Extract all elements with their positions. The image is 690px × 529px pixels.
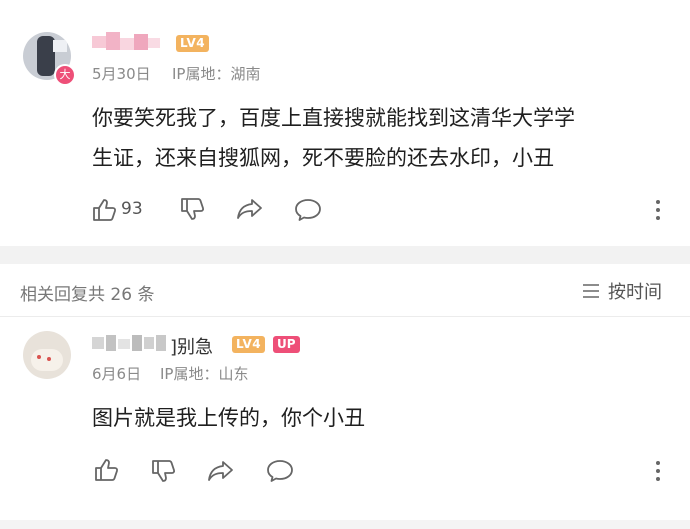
username-visible-text: ]别急 [170,337,214,358]
level-badge: LV4 [176,35,210,52]
dislike-button[interactable] [180,197,206,221]
more-vertical-icon [651,461,665,487]
share-button[interactable] [207,460,235,482]
replies-count-label: 相关回复共 26 条 [20,285,155,305]
dislike-button[interactable] [151,459,177,483]
comment-bubble-icon [294,198,322,222]
like-count: 93 [121,199,143,219]
share-arrow-icon [236,198,264,220]
avatar-badge-icon: 大 [54,64,76,86]
replies-header: 相关回复共 26 条 按时间 [0,264,690,316]
more-menu-button[interactable] [651,198,665,222]
share-arrow-icon [207,460,235,482]
comment-text-line2: 生证，还来自搜狐网，死不要脸的还去水印，小丑 [92,146,554,170]
reply-button[interactable] [266,459,294,483]
more-menu-button[interactable] [651,459,665,483]
thumbs-down-icon [151,459,177,483]
reply-button[interactable] [294,198,322,222]
level-badge: LV4 [232,336,266,353]
comment-item: 大 LV4 5月30日 IP属地：湖南 你要笑死我了，百度上直接搜就能找到这清华… [0,0,690,246]
thumbs-up-icon [92,198,118,222]
username-blurred[interactable] [92,32,164,52]
up-badge: UP [273,336,300,353]
ip-location: IP属地：湖南 [172,65,261,83]
share-button[interactable] [236,198,264,220]
comment-text-line1: 你要笑死我了，百度上直接搜就能找到这清华大学学 [92,106,575,130]
avatar[interactable] [23,331,71,379]
like-button[interactable] [94,458,120,482]
more-vertical-icon [651,200,665,226]
ip-location: IP属地：山东 [160,365,249,383]
comment-date: 5月30日 [92,65,151,83]
like-button[interactable]: 93 [92,196,152,224]
list-sort-icon [582,283,600,302]
bottom-edge [0,520,690,529]
thumbs-up-icon [94,458,120,482]
thumbs-down-icon [180,197,206,221]
section-divider [0,246,690,264]
reply-text: 图片就是我上传的，你个小丑 [92,406,365,430]
sort-label: 按时间 [608,282,662,303]
reply-item: ]别急 LV4 UP 6月6日 IP属地：山东 图片就是我上传的，你个小丑 [0,317,690,529]
reply-date: 6月6日 [92,365,142,383]
comment-bubble-icon [266,459,294,483]
